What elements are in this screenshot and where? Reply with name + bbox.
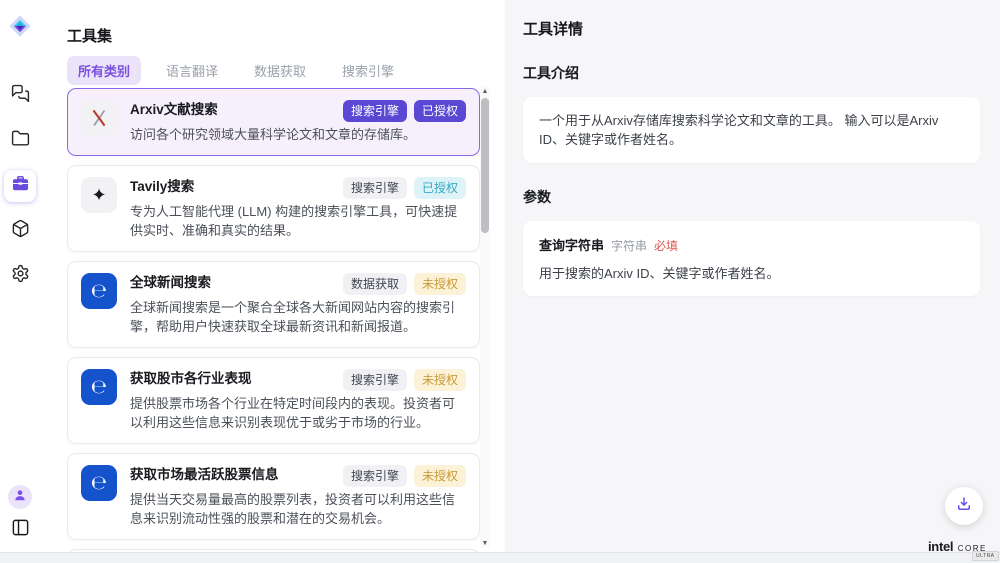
tab-all-categories[interactable]: 所有类别 [67,56,141,85]
toolset-panel: 工具集 所有类别 语言翻译 数据获取 搜索引擎 Arxiv文献搜索 搜索引擎 已… [40,0,505,552]
app-window: 工具集 所有类别 语言翻译 数据获取 搜索引擎 Arxiv文献搜索 搜索引擎 已… [0,0,1000,563]
sidebar-item-tools[interactable] [4,170,36,202]
tool-card-global-news[interactable]: ℮ 全球新闻搜索 数据获取 未授权 全球新闻搜索是一个聚合全球各大新闻网站内容的… [67,261,480,348]
category-tabs: 所有类别 语言翻译 数据获取 搜索引擎 [67,56,405,85]
category-badge: 搜索引擎 [343,100,407,122]
gear-icon [11,264,30,288]
tool-name: 获取股市各行业表现 [130,369,335,388]
tool-details-panel: 工具详情 工具介绍 一个用于从Arxiv存储库搜索科学论文和文章的工具。 输入可… [505,0,1000,552]
tool-name: Tavily搜索 [130,177,335,196]
sidebar-item-settings[interactable] [4,260,36,292]
param-required-flag: 必填 [654,237,678,254]
tool-description: 提供股票市场各个行业在特定时间段内的表现。投资者可以利用这些信息来识别表现优于或… [130,394,466,432]
tool-card-sector-performance[interactable]: ℮ 获取股市各行业表现 搜索引擎 未授权 提供股票市场各个行业在特定时间段内的表… [67,357,480,444]
tool-name: Arxiv文献搜索 [130,100,335,119]
tool-name: 获取市场最活跃股票信息 [130,465,335,484]
sidebar-item-chat[interactable] [4,80,36,112]
category-badge: 数据获取 [343,273,407,295]
scrollbar-up-arrow-icon[interactable]: ▲ [480,86,490,96]
param-type: 字符串 [611,237,647,254]
download-icon [955,495,973,518]
tool-description: 提供当天交易量最高的股票列表，投资者可以利用这些信息来识别流动性强的股票和潜在的… [130,490,466,528]
panel-left-icon [11,518,30,542]
tool-description: 全球新闻搜索是一个聚合全球各大新闻网站内容的搜索引擎，帮助用户快速获取全球最新资… [130,298,466,336]
bottom-edge-strip [0,552,1000,563]
panel-toggle-button[interactable] [4,518,36,542]
auth-badge: 未授权 [414,273,466,295]
tool-card-active-stocks[interactable]: ℮ 获取市场最活跃股票信息 搜索引擎 未授权 提供当天交易量最高的股票列表，投资… [67,453,480,540]
brand-ultra-badge: ULTRA [972,551,999,561]
tab-data-fetching[interactable]: 数据获取 [243,56,317,85]
finance-provider-icon: ℮ [81,369,117,405]
details-title: 工具详情 [523,18,980,39]
list-scrollbar[interactable]: ▲ ▼ [480,86,490,548]
tab-language-translation[interactable]: 语言翻译 [155,56,229,85]
toolset-title: 工具集 [67,25,112,46]
auth-badge: 已授权 [414,177,466,199]
user-icon [13,488,27,507]
cube-icon [11,219,30,243]
param-name: 查询字符串 [539,235,604,254]
auth-badge: 未授权 [414,465,466,487]
finance-provider-icon: ℮ [81,465,117,501]
param-card: 查询字符串 字符串 必填 用于搜索的Arxiv ID、关键字或作者姓名。 [523,221,980,296]
sidebar-item-packages[interactable] [4,215,36,247]
tool-description: 访问各个研究领域大量科学论文和文章的存储库。 [130,125,466,144]
auth-badge: 已授权 [414,100,466,122]
brand-intel-text: intel [928,539,953,554]
sidebar [0,0,40,552]
intro-text: 一个用于从Arxiv存储库搜索科学论文和文章的工具。 输入可以是Arxiv ID… [539,111,964,149]
auth-badge: 未授权 [414,369,466,391]
tool-list: Arxiv文献搜索 搜索引擎 已授权 访问各个研究领域大量科学论文和文章的存储库… [67,88,480,552]
param-description: 用于搜索的Arxiv ID、关键字或作者姓名。 [539,263,964,282]
scrollbar-thumb[interactable] [481,98,489,233]
chat-icon [11,84,30,108]
tool-card-arxiv[interactable]: Arxiv文献搜索 搜索引擎 已授权 访问各个研究领域大量科学论文和文章的存储库… [67,88,480,156]
intro-heading: 工具介绍 [523,63,980,83]
tavily-star-icon: ✦ [81,177,117,213]
intro-card: 一个用于从Arxiv存储库搜索科学论文和文章的工具。 输入可以是Arxiv ID… [523,97,980,163]
download-button[interactable] [945,487,983,525]
user-avatar[interactable] [8,485,32,509]
arxiv-logo-icon [81,100,117,136]
scrollbar-down-arrow-icon[interactable]: ▼ [480,538,490,548]
category-badge: 搜索引擎 [343,177,407,199]
category-badge: 搜索引擎 [343,369,407,391]
toolbox-icon [11,174,30,198]
app-logo-icon [7,13,33,39]
category-badge: 搜索引擎 [343,465,407,487]
params-heading: 参数 [523,187,980,207]
tab-search-engine[interactable]: 搜索引擎 [331,56,405,85]
sidebar-item-files[interactable] [4,125,36,157]
folder-icon [11,129,30,153]
tool-name: 全球新闻搜索 [130,273,335,292]
tool-description: 专为人工智能代理 (LLM) 构建的搜索引擎工具，可快速提供实时、准确和真实的结… [130,202,466,240]
news-provider-icon: ℮ [81,273,117,309]
tool-card-tavily[interactable]: ✦ Tavily搜索 搜索引擎 已授权 专为人工智能代理 (LLM) 构建的搜索… [67,165,480,252]
